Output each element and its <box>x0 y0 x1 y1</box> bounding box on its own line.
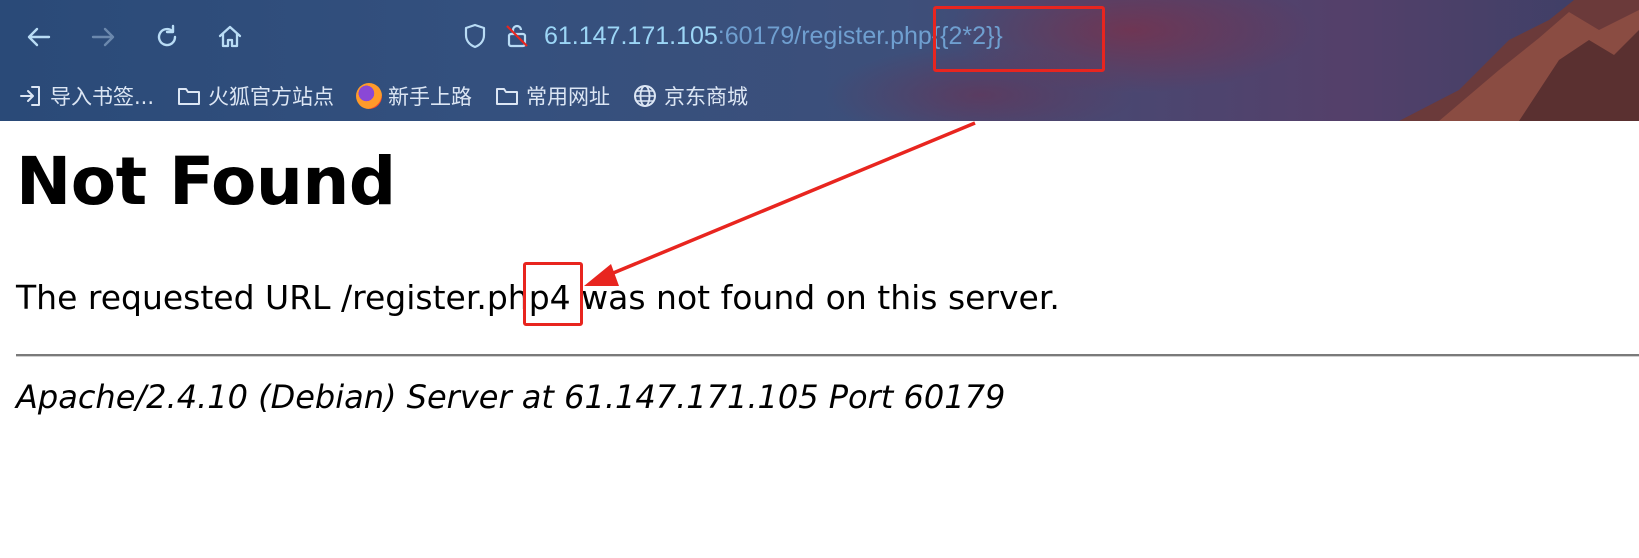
url-host: 61.147.171.105 <box>544 21 718 50</box>
bookmark-firefox-site[interactable]: 火狐官方站点 <box>176 81 334 111</box>
forward-button[interactable] <box>84 18 122 56</box>
back-button[interactable] <box>20 18 58 56</box>
page-title: Not Found <box>16 143 396 220</box>
reload-icon <box>157 24 177 47</box>
folder-icon <box>178 88 201 105</box>
shield-icon[interactable] <box>460 21 490 51</box>
bookmark-label: 导入书签... <box>50 85 155 109</box>
server-signature: Apache/2.4.10 (Debian) Server at 61.147.… <box>16 378 1006 416</box>
result-highlight-box <box>523 262 583 326</box>
bookmark-getting-started[interactable]: 新手上路 <box>356 81 472 111</box>
horizontal-rule <box>16 354 1639 357</box>
bookmark-import[interactable]: 导入书签... <box>18 81 154 111</box>
home-button[interactable] <box>211 18 249 56</box>
insecure-lock-icon[interactable] <box>502 21 532 51</box>
bookmark-label: 京东商城 <box>664 85 749 109</box>
error-message-start: The requested URL /register.ph <box>16 278 529 317</box>
forward-arrow-icon <box>91 27 115 47</box>
url-highlight-box <box>933 6 1105 72</box>
firefox-icon <box>356 83 383 109</box>
error-message-end: was not found on this server. <box>570 278 1060 317</box>
bookmark-common-sites[interactable]: 常用网址 <box>494 81 610 111</box>
reload-button[interactable] <box>148 18 186 56</box>
bookmark-label: 常用网址 <box>526 85 611 109</box>
browser-toolbar: 61.147.171.105:60179/register.php{{2*2}}… <box>0 0 1639 121</box>
import-icon <box>20 86 40 106</box>
folder-icon <box>496 88 519 105</box>
back-arrow-icon <box>27 27 51 47</box>
bookmark-jd[interactable]: 京东商城 <box>632 81 748 111</box>
globe-icon <box>634 85 657 107</box>
bookmark-label: 火狐官方站点 <box>208 85 335 109</box>
bookmark-label: 新手上路 <box>388 85 473 109</box>
mountain-background-image <box>1399 0 1639 121</box>
bookmarks-bar: 导入书签... 火狐官方站点 新手上路 常用网址 京东商城 <box>18 80 770 112</box>
home-icon <box>218 25 242 48</box>
